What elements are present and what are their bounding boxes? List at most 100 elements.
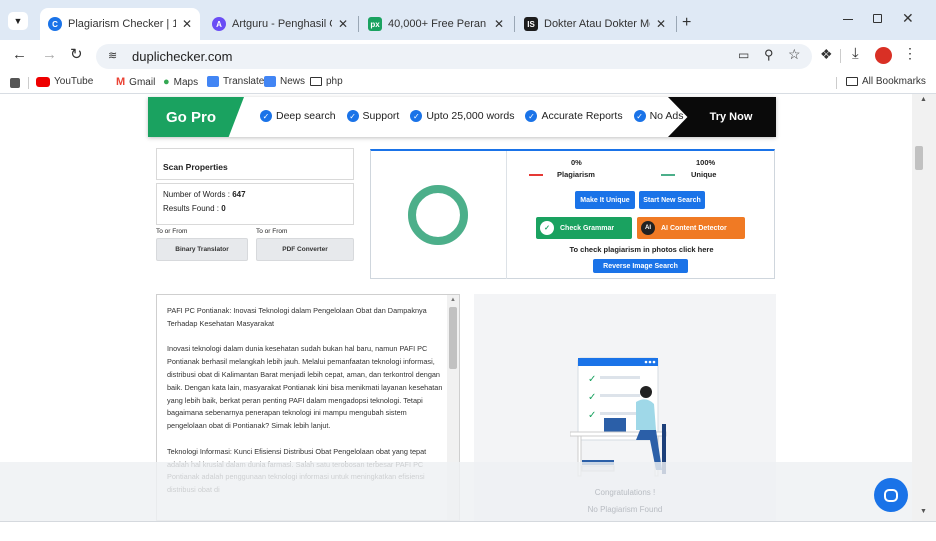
scan-stats-box: Number of Words : 647 Results Found : 0 [156, 183, 354, 225]
address-toolbar: ← → ↻ ≋ duplichecker.com ▭ ⚲ ☆ ❖ ⤓ ⋮ [0, 40, 936, 72]
photo-plagiarism-text: To check plagiarism in photos click here [569, 245, 714, 254]
bookmark-news[interactable]: News [264, 76, 305, 87]
cast-icon[interactable]: ▭ [738, 48, 749, 62]
tab-search-button[interactable]: ▼ [8, 12, 28, 30]
bookmark-php[interactable]: php [310, 76, 343, 87]
feature-item: ✓ No Ads [633, 110, 683, 122]
go-pro-badge: Go Pro [148, 97, 244, 137]
page-content: Go Pro ✓ Deep search ✓ Support ✓ Upto 25,00… [0, 94, 912, 521]
scroll-up-icon[interactable]: ▲ [450, 297, 456, 303]
restore-icon[interactable] [873, 14, 882, 23]
site-info-icon[interactable]: ≋ [108, 49, 117, 62]
go-pro-banner: Go Pro ✓ Deep search ✓ Support ✓ Upto 25,00… [148, 97, 776, 137]
forward-icon[interactable]: → [42, 46, 57, 63]
tab-artguru[interactable]: A Artguru - Penghasil Gambar AI ✕ [204, 8, 356, 40]
ai-content-detector-button[interactable]: AI AI Content Detector [637, 217, 745, 239]
minimize-icon[interactable] [843, 19, 853, 20]
close-tab-icon[interactable]: ✕ [182, 17, 192, 31]
tab-title: Artguru - Penghasil Gambar AI [232, 18, 332, 30]
tab-title: Plagiarism Checker | 100% Free [68, 18, 176, 30]
close-tab-icon[interactable]: ✕ [338, 17, 348, 31]
check-grammar-button[interactable]: ✓ Check Grammar [536, 217, 632, 239]
window-bottom-edge [0, 521, 936, 541]
words-label: Number of Words : [163, 190, 230, 199]
words-count-row: Number of Words : 647 [163, 190, 347, 199]
avatar[interactable] [875, 47, 892, 64]
feature-item: ✓ Deep search [260, 110, 336, 122]
translate-icon [207, 76, 219, 87]
apps-icon[interactable] [10, 78, 20, 88]
tab-separator [358, 16, 359, 32]
download-icon[interactable]: ⤓ [852, 45, 859, 62]
tab-plagiarism-checker[interactable]: C Plagiarism Checker | 100% Free ✕ [40, 8, 200, 40]
unique-donut-chart [408, 185, 468, 245]
tab-peran-apoteker[interactable]: px 40,000+ Free Peran Apoteker D ✕ [360, 8, 512, 40]
bookmark-label: Translate [223, 76, 265, 87]
page-scroll-thumb[interactable] [915, 146, 923, 170]
artguru-favicon-icon: A [212, 17, 226, 31]
bookmark-label: All Bookmarks [862, 76, 926, 87]
url-bar[interactable]: ≋ duplichecker.com ▭ ⚲ ☆ [96, 44, 812, 69]
bookmark-label: YouTube [54, 76, 94, 87]
menu-icon[interactable]: ⋮ [903, 45, 917, 62]
tab-separator [676, 16, 677, 32]
pdf-converter-button[interactable]: PDF Converter [256, 238, 354, 261]
results-row: Results Found : 0 [163, 204, 347, 213]
unique-percent: 100% [696, 158, 716, 167]
unique-legend-line [661, 174, 675, 176]
result-panel: 0% 100% Plagiarism Unique Make It Unique… [370, 149, 775, 279]
site-favicon-icon: IS [524, 17, 538, 31]
feature-label: Upto 25,000 words [426, 110, 515, 122]
new-tab-icon[interactable]: + [682, 14, 691, 32]
svg-text:✓: ✓ [588, 410, 596, 421]
bookmark-maps[interactable]: ● Maps [163, 76, 198, 88]
scan-properties-header: Scan Properties [156, 148, 354, 180]
scroll-up-icon[interactable]: ▲ [920, 96, 927, 103]
no-plagiarism-text: No Plagiarism Found [587, 505, 663, 514]
extensions-icon[interactable]: ❖ [820, 46, 833, 63]
button-label: Start New Search [643, 196, 701, 204]
svg-text:✓: ✓ [588, 374, 596, 385]
feature-label: Deep search [276, 110, 336, 122]
feature-list: ✓ Deep search ✓ Support ✓ Upto 25,000 words… [260, 110, 683, 122]
plagiarism-legend-line [529, 174, 543, 176]
binary-translator-button[interactable]: Binary Translator [156, 238, 248, 261]
bookmark-label: News [280, 76, 306, 87]
check-circle-icon: ✓ [260, 110, 272, 122]
bookmark-gmail[interactable]: M Gmail [116, 76, 155, 88]
close-tab-icon[interactable]: ✕ [494, 17, 504, 31]
tab-separator [514, 16, 515, 32]
gmail-icon: M [116, 76, 126, 88]
tab-dokter[interactable]: IS Dokter Atau Dokter Merekomen ✕ [516, 8, 674, 40]
textarea-scroll-thumb[interactable] [449, 307, 457, 369]
feature-label: Accurate Reports [541, 110, 623, 122]
page-scrollbar[interactable]: ▲ ▼ [912, 94, 936, 521]
all-bookmarks[interactable]: All Bookmarks [846, 76, 926, 87]
button-label: Make It Unique [580, 196, 630, 204]
try-now-button[interactable]: Try Now [668, 97, 776, 137]
chat-button[interactable] [874, 478, 908, 512]
bookmark-label: Gmail [129, 76, 156, 88]
youtube-icon [36, 76, 50, 87]
make-it-unique-button[interactable]: Make It Unique [575, 191, 635, 209]
start-new-search-button[interactable]: Start New Search [639, 191, 705, 209]
button-label: Binary Translator [175, 246, 229, 253]
bookmark-translate[interactable]: Translate [207, 76, 264, 87]
zoom-icon[interactable]: ⚲ [764, 47, 774, 63]
reload-icon[interactable]: ↻ [70, 45, 83, 63]
bookmark-star-icon[interactable]: ☆ [788, 46, 801, 63]
words-value: 647 [232, 190, 246, 199]
back-icon[interactable]: ← [12, 46, 27, 63]
results-value: 0 [221, 204, 226, 213]
reverse-image-search-button[interactable]: Reverse Image Search [593, 259, 688, 273]
tab-title: Dokter Atau Dokter Merekomen [544, 18, 650, 30]
close-tab-icon[interactable]: ✕ [656, 17, 666, 31]
scroll-down-icon[interactable]: ▼ [920, 508, 927, 515]
close-window-icon[interactable]: ✕ [902, 10, 914, 27]
check-circle-icon: ✓ [346, 110, 359, 122]
folder-icon [310, 77, 322, 86]
button-label: PDF Converter [282, 246, 328, 253]
bookmark-youtube[interactable]: YouTube [36, 76, 93, 87]
feature-item: ✓ Support [346, 110, 399, 122]
url-text: duplichecker.com [132, 49, 233, 64]
